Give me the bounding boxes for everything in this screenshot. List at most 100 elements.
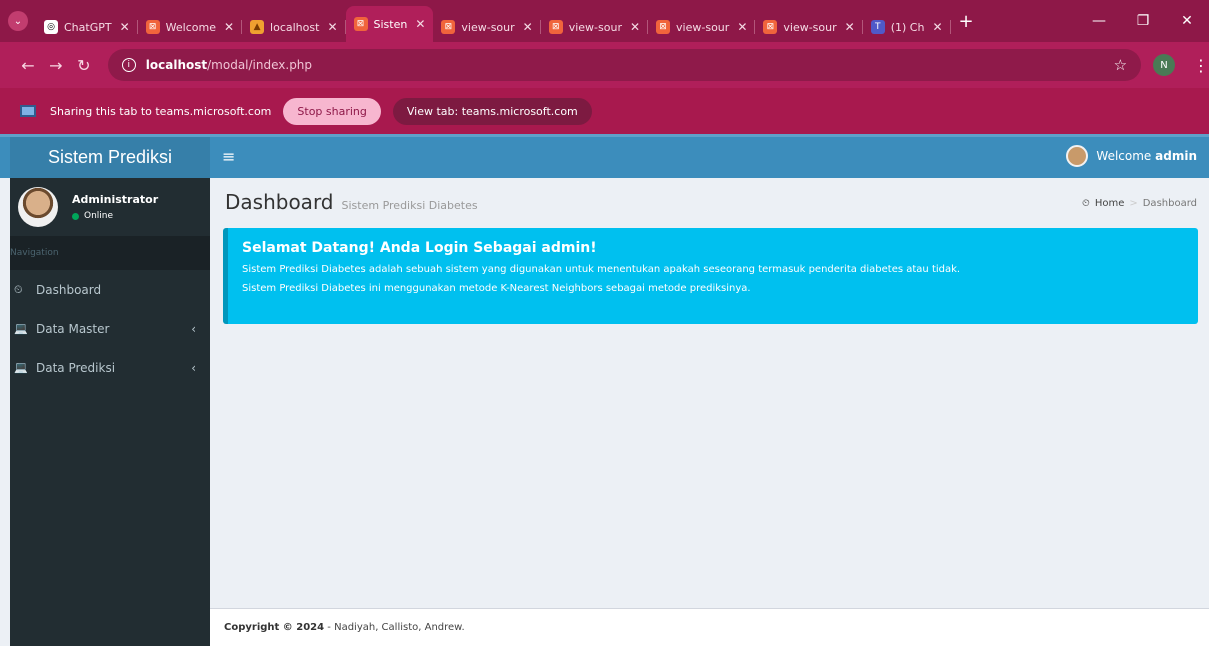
browser-tab[interactable]: ⊠ view-sour ✕ xyxy=(755,12,863,42)
user-avatar xyxy=(18,187,58,227)
tab-favicon-icon: ▲ xyxy=(250,20,265,34)
tab-favicon-icon: ⊠ xyxy=(763,20,778,34)
back-arrow-icon[interactable]: ← xyxy=(14,56,42,75)
page-subtitle: Sistem Prediksi Diabetes xyxy=(341,199,478,212)
tab-label: view-sour xyxy=(783,20,837,34)
tab-label: view-sour xyxy=(676,20,730,34)
user-panel: Administrator Online xyxy=(10,178,210,236)
minimize-icon[interactable]: — xyxy=(1077,13,1121,29)
url-host: localhost xyxy=(145,58,208,72)
sidebar: Administrator Online Navigation ⏲ Dashboa… xyxy=(10,178,210,646)
screen-share-icon xyxy=(20,105,36,117)
forward-arrow-icon[interactable]: → xyxy=(42,56,70,75)
breadcrumb-current: Dashboard xyxy=(1142,198,1197,209)
tab-favicon-icon: ⊠ xyxy=(656,20,671,34)
browser-menu-icon[interactable]: ⋮ xyxy=(1193,56,1209,75)
laptop-icon: 💻 xyxy=(14,361,28,374)
user-name: Administrator xyxy=(72,193,159,206)
tab-label: localhost xyxy=(270,20,320,34)
stop-sharing-button[interactable]: Stop sharing xyxy=(283,97,381,125)
browser-tab[interactable]: ⊠ view-sour ✕ xyxy=(648,12,756,42)
breadcrumb: ⏲ Home > Dashboard xyxy=(1082,198,1197,209)
url-path: /modal/index.php xyxy=(207,58,313,72)
user-menu[interactable]: Welcome admin xyxy=(1066,145,1197,167)
tab-close-icon[interactable]: ✕ xyxy=(523,20,533,34)
browser-tab[interactable]: ⊠ Welcome ✕ xyxy=(138,12,243,42)
chevron-left-icon: ‹ xyxy=(191,360,196,375)
sidebar-item-label: Data Prediksi xyxy=(36,360,116,375)
online-dot-icon xyxy=(72,212,79,220)
tab-favicon-icon: ◎ xyxy=(44,20,58,34)
browser-tab-strip: ⌄ ◎ ChatGPT ✕ ⊠ Welcome ✕ ▲ localhost ✕ ⊠ Sisten ✕ ⊠… xyxy=(0,0,1209,42)
profile-avatar[interactable]: N xyxy=(1153,54,1175,76)
nav-header: Navigation xyxy=(10,236,210,270)
brand-logo[interactable]: Sistem Prediksi xyxy=(10,137,210,178)
callout-line-2: Sistem Prediksi Diabetes ini menggunakan… xyxy=(242,283,751,294)
callout-line-1: Sistem Prediksi Diabetes adalah sebuah s… xyxy=(242,264,961,275)
url-omnibox[interactable]: i localhost/modal/index.php ☆ xyxy=(107,49,1142,81)
tab-favicon-icon: ⊠ xyxy=(441,20,456,34)
callout-title: Selamat Datang! Anda Login Sebagai admin… xyxy=(242,240,597,256)
restore-icon[interactable]: ❐ xyxy=(1121,13,1165,29)
tab-close-icon[interactable]: ✕ xyxy=(120,20,130,34)
new-tab-plus-icon[interactable]: + xyxy=(959,11,974,32)
browser-tab[interactable]: T (1) Ch ✕ xyxy=(863,12,951,42)
admin-app: Sistem Prediksi ≡ Welcome admin Administ… xyxy=(0,134,1209,646)
tab-close-icon[interactable]: ✕ xyxy=(630,20,640,34)
welcome-callout: Selamat Datang! Anda Login Sebagai admin… xyxy=(223,228,1198,324)
sidebar-item-data-master[interactable]: 💻 Data Master ‹ xyxy=(10,309,210,348)
sidebar-item-dashboard[interactable]: ⏲ Dashboard xyxy=(10,270,210,309)
site-info-icon[interactable]: i xyxy=(121,58,136,72)
close-window-icon[interactable]: ✕ xyxy=(1165,13,1209,29)
tab-close-icon[interactable]: ✕ xyxy=(415,17,425,31)
tab-close-icon[interactable]: ✕ xyxy=(737,20,747,34)
tab-favicon-icon: ⊠ xyxy=(145,20,160,34)
tab-close-icon[interactable]: ✕ xyxy=(224,20,234,34)
tab-favicon-icon: ⊠ xyxy=(353,17,368,31)
screen-share-banner: Sharing this tab to teams.microsoft.com … xyxy=(0,88,1209,134)
laptop-icon: 💻 xyxy=(14,322,28,335)
tab-favicon-icon: ⊠ xyxy=(548,20,563,34)
welcome-user: admin xyxy=(1155,149,1197,163)
tab-label: view-sour xyxy=(461,20,515,34)
tab-separator xyxy=(949,20,951,34)
footer-authors: - Nadiyah, Callisto, Andrew. xyxy=(327,622,465,633)
page-title: Dashboard xyxy=(225,190,334,214)
sidebar-item-label: Dashboard xyxy=(36,282,102,297)
chevron-left-icon: ‹ xyxy=(191,321,196,336)
tab-label: Welcome xyxy=(165,20,216,34)
sidebar-toggle-icon[interactable]: ≡ xyxy=(222,147,235,166)
tab-label: Sisten xyxy=(373,17,408,31)
breadcrumb-home[interactable]: Home xyxy=(1095,198,1125,209)
reload-icon[interactable]: ↻ xyxy=(70,56,98,75)
sidebar-menu: ⏲ Dashboard 💻 Data Master ‹ 💻 Data Prediksi ‹ xyxy=(10,270,210,387)
dashboard-icon: ⏲ xyxy=(1082,198,1090,209)
view-tab-button[interactable]: View tab: teams.microsoft.com xyxy=(392,97,592,125)
sidebar-item-data-prediksi[interactable]: 💻 Data Prediksi ‹ xyxy=(10,348,210,387)
user-status: Online xyxy=(72,211,158,221)
browser-tab[interactable]: ◎ ChatGPT ✕ xyxy=(36,12,138,42)
footer-copyright: Copyright © 2024 xyxy=(224,622,325,633)
browser-tab[interactable]: ⊠ view-sour ✕ xyxy=(433,12,541,42)
bookmark-star-icon[interactable]: ☆ xyxy=(1114,56,1127,74)
tab-label: (1) Ch xyxy=(890,20,925,34)
tab-close-icon[interactable]: ✕ xyxy=(845,20,855,34)
tab-search-chevron-icon[interactable]: ⌄ xyxy=(8,11,28,31)
welcome-prefix: Welcome xyxy=(1096,149,1152,163)
sidebar-item-label: Data Master xyxy=(36,321,110,336)
main-header: Sistem Prediksi ≡ Welcome admin xyxy=(0,134,1209,178)
tab-close-icon[interactable]: ✕ xyxy=(327,20,337,34)
browser-tab[interactable]: ⊠ view-sour ✕ xyxy=(541,12,649,42)
address-bar-row: ← → ↻ i localhost/modal/index.php ☆ N ⋮ xyxy=(0,42,1209,88)
user-status-label: Online xyxy=(84,211,114,221)
user-avatar-small xyxy=(1066,145,1089,167)
browser-tab[interactable]: ⊠ Sisten ✕ xyxy=(345,6,434,42)
content-wrapper: Dashboard Sistem Prediksi Diabetes ⏲ Hom… xyxy=(210,178,1209,608)
main-footer: Copyright © 2024 - Nadiyah, Callisto, An… xyxy=(210,608,1209,646)
tab-close-icon[interactable]: ✕ xyxy=(932,20,942,34)
dashboard-icon: ⏲ xyxy=(14,282,23,296)
share-message: Sharing this tab to teams.microsoft.com xyxy=(50,104,272,118)
tab-list: ◎ ChatGPT ✕ ⊠ Welcome ✕ ▲ localhost ✕ ⊠ Sisten ✕ ⊠ vi… xyxy=(36,0,951,42)
browser-tab[interactable]: ▲ localhost ✕ xyxy=(242,12,346,42)
tab-label: view-sour xyxy=(568,20,622,34)
